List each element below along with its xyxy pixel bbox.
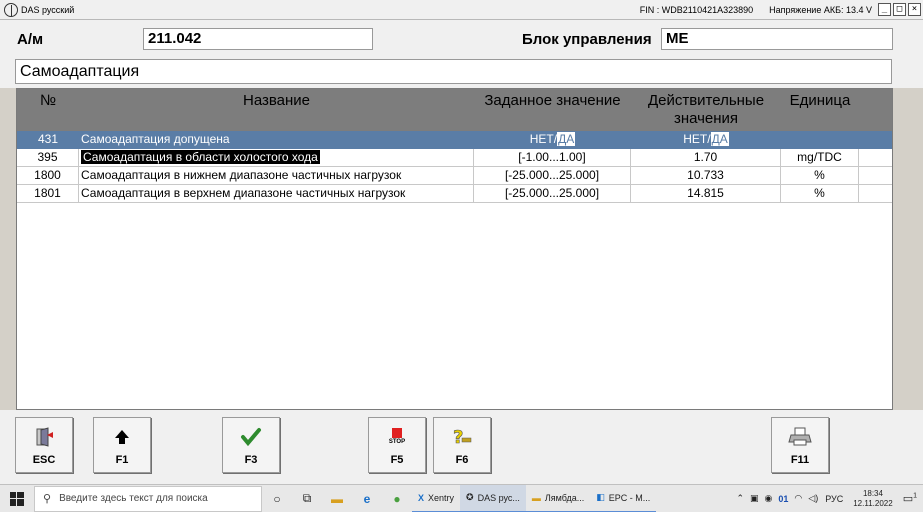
window-title: DAS русский bbox=[21, 4, 75, 15]
tray-chevron-icon[interactable]: ⌃ bbox=[736, 493, 744, 504]
windows-taskbar: ⚲ Введите здесь текст для поиска ○ ⧉ ▬ e… bbox=[0, 484, 923, 512]
taskbar-app-epc[interactable]: ◧ EPC - M... bbox=[590, 485, 657, 512]
mercedes-logo-icon bbox=[4, 2, 18, 17]
tray-network-icon[interactable]: ▣ bbox=[750, 493, 759, 504]
xentry-icon: X bbox=[418, 492, 425, 503]
row-unit: % bbox=[781, 185, 859, 203]
edge-browser-icon[interactable]: e bbox=[352, 485, 382, 512]
row-extra bbox=[859, 185, 892, 203]
table-row[interactable]: 395 Самоадаптация в области холостого хо… bbox=[17, 149, 892, 167]
vehicle-field: 211.042 bbox=[143, 28, 373, 50]
checkmark-icon bbox=[223, 422, 279, 452]
screen-title: Самоадаптация bbox=[15, 59, 892, 84]
mercedes-star-icon: ✪ bbox=[466, 492, 474, 502]
task-view-icon[interactable]: ⧉ bbox=[292, 485, 322, 512]
row-unit bbox=[781, 131, 859, 149]
row-number: 395 bbox=[17, 149, 79, 167]
col-name: Название bbox=[242, 92, 311, 109]
battery-voltage-readout: Напряжение АКБ: 13.4 V bbox=[769, 4, 872, 15]
header-panel: А/м 211.042 Блок управления ME Самоадапт… bbox=[0, 20, 923, 88]
f11-button[interactable]: F11 bbox=[771, 417, 829, 473]
minimize-button[interactable]: _ bbox=[878, 3, 891, 16]
f1-button[interactable]: F1 bbox=[93, 417, 151, 473]
col-number: № bbox=[39, 92, 57, 109]
f5-button[interactable]: STOP F5 bbox=[368, 417, 426, 473]
row-name: Самоадаптация в области холостого хода bbox=[79, 149, 474, 167]
row-name: Самоадаптация допущена bbox=[81, 132, 230, 146]
taskbar-search-input[interactable]: ⚲ Введите здесь текст для поиска bbox=[34, 485, 262, 512]
svg-text:?: ? bbox=[453, 427, 463, 448]
col-unit: Единица bbox=[789, 92, 851, 109]
notifications-icon[interactable]: ▭1 bbox=[903, 492, 917, 505]
control-unit-field: ME bbox=[661, 28, 893, 50]
maximize-button[interactable]: □ bbox=[893, 3, 906, 16]
table-row[interactable]: 1801 Самоадаптация в верхнем диапазоне ч… bbox=[17, 185, 892, 203]
row-actual-value: НЕТ/ДА bbox=[683, 132, 729, 146]
tray-wifi-icon[interactable]: ◠ bbox=[794, 493, 802, 504]
vehicle-label: А/м bbox=[17, 31, 44, 48]
help-key-icon: ? bbox=[434, 422, 490, 452]
arrow-up-icon bbox=[94, 422, 150, 452]
table-row[interactable]: 1800 Самоадаптация в нижнем диапазоне ча… bbox=[17, 167, 892, 185]
f3-button[interactable]: F3 bbox=[222, 417, 280, 473]
windows-logo-icon bbox=[10, 491, 24, 506]
title-bar: DAS русский FIN : WDB2110421A323890 Напр… bbox=[0, 0, 923, 20]
row-unit: mg/TDC bbox=[781, 149, 859, 167]
search-icon: ⚲ bbox=[43, 493, 52, 505]
control-unit-label: Блок управления bbox=[522, 31, 652, 48]
tray-badge[interactable]: 01 bbox=[778, 494, 788, 504]
file-explorer-icon[interactable]: ▬ bbox=[322, 485, 352, 512]
close-button[interactable]: × bbox=[908, 3, 921, 16]
row-number: 1800 bbox=[17, 167, 79, 185]
row-set-value: [-25.000...25.000] bbox=[474, 185, 631, 203]
folder-icon: ▬ bbox=[531, 492, 541, 503]
row-name: Самоадаптация в верхнем диапазоне частич… bbox=[79, 185, 474, 203]
col-set-value: Заданное значение bbox=[484, 92, 621, 109]
row-extra bbox=[859, 167, 892, 185]
clock[interactable]: 18:34 12.11.2022 bbox=[853, 489, 892, 509]
fin-readout: FIN : WDB2110421A323890 bbox=[639, 4, 754, 15]
row-actual-value: 14.815 bbox=[631, 185, 781, 203]
start-button[interactable] bbox=[0, 485, 34, 512]
f6-button[interactable]: ? F6 bbox=[433, 417, 491, 473]
table-header: № Название Заданное значение Действитель… bbox=[17, 89, 892, 131]
esc-button[interactable]: ESC bbox=[15, 417, 73, 473]
col-actual-value: Действительные значения bbox=[647, 92, 765, 127]
adaptation-table: № Название Заданное значение Действитель… bbox=[16, 88, 893, 410]
row-set-value: [-1.00...1.00] bbox=[474, 149, 631, 167]
exit-door-icon bbox=[16, 422, 72, 452]
language-indicator[interactable]: РУС bbox=[825, 494, 843, 504]
taskbar-app-lambda[interactable]: ▬ Лямбда... bbox=[525, 485, 591, 512]
row-actual-value: 1.70 bbox=[631, 149, 781, 167]
system-tray: ⌃ ▣ ◉ 01 ◠ ◁) РУС 18:34 12.11.2022 ▭1 bbox=[733, 485, 923, 512]
torrent-app-icon[interactable]: ● bbox=[382, 485, 412, 512]
function-key-bar: ESC F1 F3 STOP F5 ? F6 F11 bbox=[0, 410, 923, 484]
row-actual-value: 10.733 bbox=[631, 167, 781, 185]
row-extra bbox=[859, 149, 892, 167]
cortana-icon[interactable]: ○ bbox=[262, 485, 292, 512]
row-set-value: НЕТ/ДА bbox=[529, 132, 576, 146]
row-name: Самоадаптация в нижнем диапазоне частичн… bbox=[79, 167, 474, 185]
taskbar-app-das[interactable]: ✪ DAS рус... bbox=[460, 484, 526, 512]
table-row[interactable]: 431 Самоадаптация допущена НЕТ/ДА НЕТ/ДА bbox=[17, 131, 892, 149]
epc-icon: ◧ bbox=[596, 492, 605, 502]
tray-app-icon[interactable]: ◉ bbox=[765, 493, 773, 504]
stop-icon: STOP bbox=[369, 422, 425, 452]
row-number: 431 bbox=[37, 132, 59, 146]
printer-icon bbox=[772, 422, 828, 452]
row-unit: % bbox=[781, 167, 859, 185]
row-number: 1801 bbox=[17, 185, 79, 203]
tray-volume-icon[interactable]: ◁) bbox=[808, 493, 818, 504]
row-set-value: [-25.000...25.000] bbox=[474, 167, 631, 185]
taskbar-app-xentry[interactable]: X Xentry bbox=[412, 485, 461, 512]
